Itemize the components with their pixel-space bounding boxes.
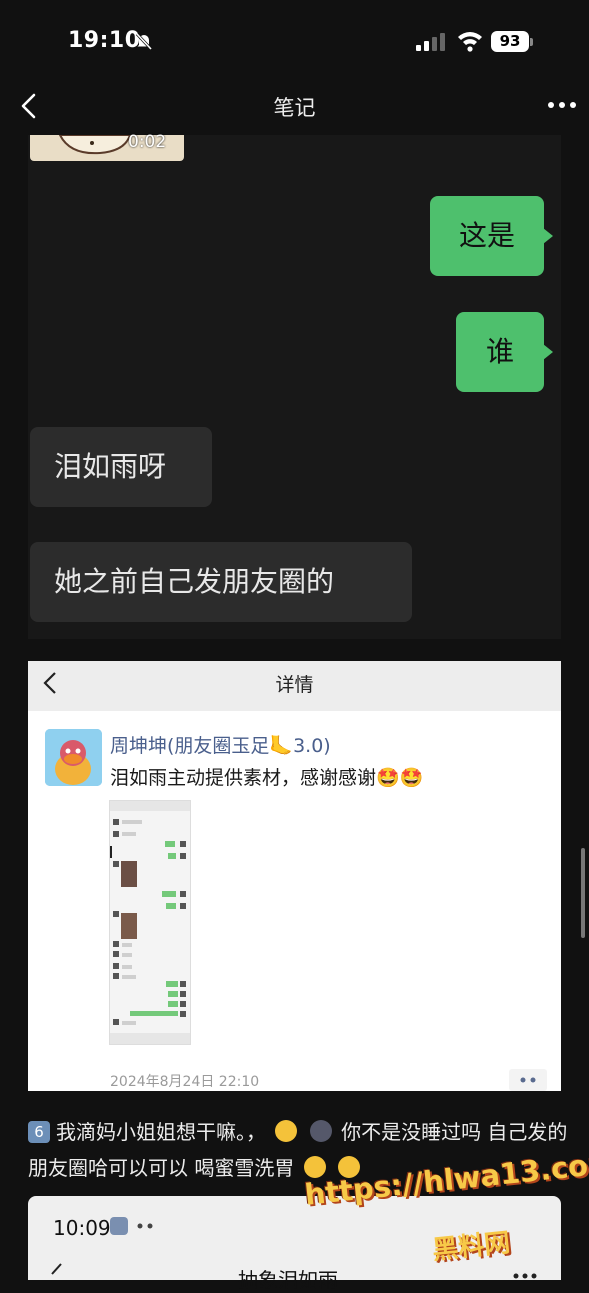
nested-chat-thumbnail <box>110 801 190 1044</box>
message-bubble-received: 她之前自己发朋友圈的 <box>30 542 412 622</box>
scrollbar[interactable] <box>581 848 585 938</box>
bottom-title: 抽象泪如雨 <box>238 1268 338 1292</box>
comment-more-button[interactable] <box>509 1069 547 1091</box>
bottom-status-time: 10:09 <box>53 1216 111 1240</box>
message-bubble-received: 泪如雨呀 <box>30 427 212 507</box>
bell-muted-icon <box>135 32 153 50</box>
nested-chat-image[interactable] <box>109 800 191 1045</box>
dark-face-emoji-icon <box>309 1120 332 1142</box>
laugh-emoji-icon <box>275 1120 298 1142</box>
status-time: 19:10 <box>68 28 141 53</box>
post-timestamp: 2024年8月24日 22:10 <box>110 1074 260 1090</box>
message-bubble-sent: 谁 <box>456 312 553 392</box>
message-bubble-sent: 这是 <box>430 196 553 276</box>
caption-part1: 我滴妈小姐姐想干嘛。， <box>56 1120 266 1144</box>
detail-title: 详情 <box>275 674 314 696</box>
status-icons <box>110 1217 153 1235</box>
poster-name[interactable]: 周坤坤(朋友圈玉足🦶3.0) <box>110 731 331 758</box>
ellipsis-icon <box>520 1077 536 1083</box>
laugh-emoji-icon <box>303 1156 326 1178</box>
number-badge: 6 <box>28 1121 50 1143</box>
post-text: 泪如雨主动提供素材，感谢感谢🤩🤩 <box>110 767 424 789</box>
more-icon[interactable] <box>547 100 577 110</box>
battery-tip <box>530 38 533 46</box>
page-title: 笔记 <box>273 96 316 120</box>
battery-level: 93 <box>491 31 529 52</box>
signal-icon <box>416 33 445 51</box>
duck-avatar-icon <box>45 729 102 786</box>
video-duration: 0:02 <box>128 132 167 152</box>
bottom-more-icon <box>513 1273 537 1279</box>
moments-detail-screenshot <box>28 661 561 1091</box>
avatar <box>45 729 102 786</box>
bottom-back-icon <box>51 1263 62 1275</box>
wifi-icon <box>458 32 482 52</box>
